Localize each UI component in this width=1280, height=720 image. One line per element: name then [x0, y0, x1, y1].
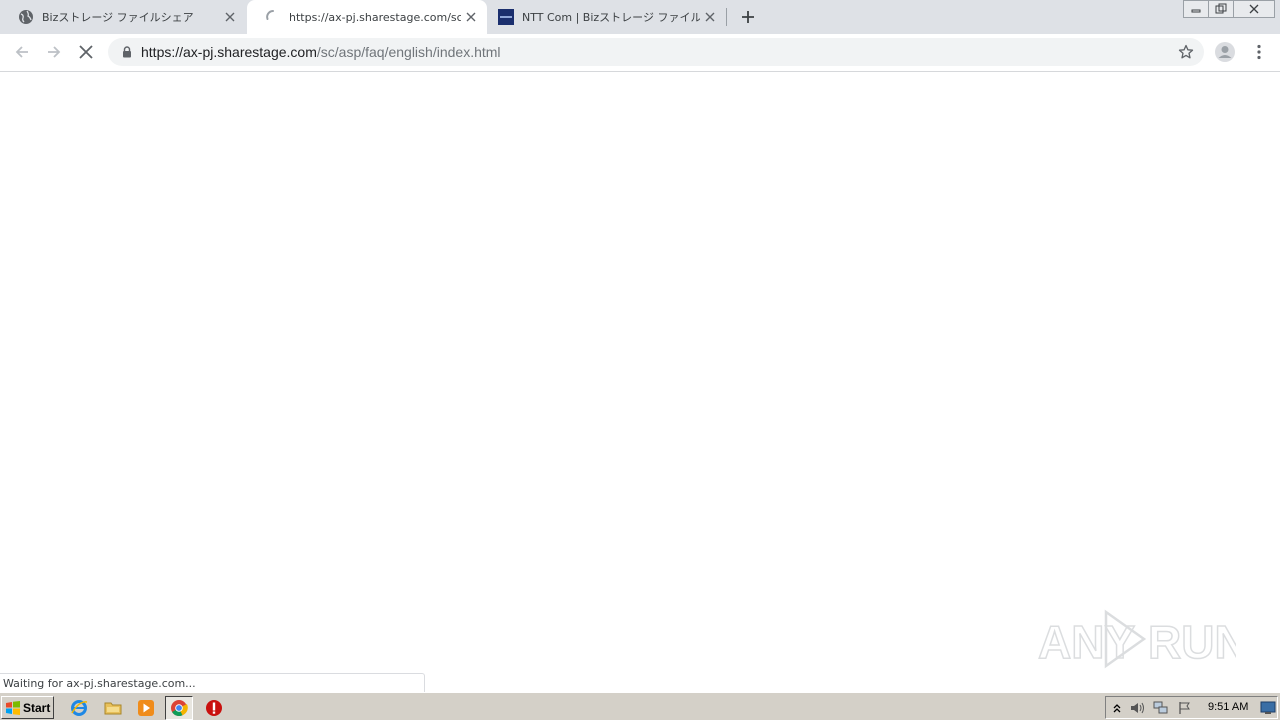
start-label: Start	[23, 700, 51, 715]
internet-explorer-icon[interactable]	[69, 698, 89, 718]
network-icon[interactable]	[1153, 700, 1169, 716]
restore-icon	[1215, 3, 1227, 14]
tab-title: https://ax-pj.sharestage.com/sc/asp	[289, 10, 461, 24]
status-bubble: Waiting for ax-pj.sharestage.com...	[0, 673, 425, 692]
watermark-text-right: RUN	[1148, 616, 1236, 668]
volume-icon[interactable]	[1129, 700, 1145, 716]
loading-spinner-icon	[265, 9, 281, 25]
close-window-button[interactable]	[1233, 0, 1275, 18]
taskbar-clock[interactable]: 9:51 AM	[1208, 701, 1248, 713]
back-button[interactable]	[8, 38, 36, 66]
arrow-left-icon	[15, 46, 28, 58]
chrome-icon[interactable]	[165, 696, 193, 720]
tab-ntt-com[interactable]: NTT Com | Bizストレージ ファイルシェア |	[480, 0, 726, 34]
close-tab-icon[interactable]	[220, 7, 240, 27]
tab-title: NTT Com | Bizストレージ ファイルシェア |	[522, 11, 700, 24]
action-center-flag-icon[interactable]	[1177, 700, 1193, 716]
address-bar[interactable]: https://ax-pj.sharestage.com/sc/asp/faq/…	[108, 38, 1204, 66]
start-button[interactable]: Start	[1, 696, 54, 719]
tab-title: Bizストレージ ファイルシェア	[42, 11, 194, 24]
tab-bizstorage[interactable]: Bizストレージ ファイルシェア	[0, 0, 246, 34]
bookmark-star-icon[interactable]	[1176, 42, 1196, 62]
lock-icon[interactable]	[120, 45, 134, 59]
explorer-folder-icon[interactable]	[103, 698, 123, 718]
arrow-right-icon	[48, 46, 61, 58]
plus-icon	[742, 11, 754, 23]
windows-taskbar: Start 9:51 AM	[0, 692, 1280, 720]
globe-icon	[18, 9, 34, 25]
show-desktop-icon[interactable]	[1260, 700, 1276, 716]
page-content[interactable]	[0, 72, 1280, 692]
tab-sharestage-active[interactable]: https://ax-pj.sharestage.com/sc/asp	[247, 0, 487, 34]
url-text[interactable]: https://ax-pj.sharestage.com/sc/asp/faq/…	[141, 44, 501, 60]
stop-x-icon	[79, 45, 93, 59]
profile-avatar-icon[interactable]	[1214, 41, 1236, 63]
ntt-com-favicon-icon	[498, 9, 514, 25]
close-tab-icon[interactable]	[700, 7, 720, 27]
forward-button[interactable]	[40, 38, 68, 66]
minimize-button[interactable]	[1183, 0, 1209, 18]
show-hidden-icons-icon[interactable]	[1109, 700, 1125, 716]
tab-separator	[726, 8, 727, 26]
browser-toolbar: https://ax-pj.sharestage.com/sc/asp/faq/…	[0, 34, 1280, 71]
restore-button[interactable]	[1208, 0, 1234, 18]
more-menu-icon[interactable]	[1248, 41, 1270, 63]
url-path: /sc/asp/faq/english/index.html	[316, 44, 501, 60]
stop-sign-icon[interactable]	[204, 698, 224, 718]
close-icon	[1249, 4, 1259, 14]
windows-logo-icon	[6, 700, 20, 715]
stop-loading-button[interactable]	[72, 38, 100, 66]
anyrun-watermark-logo: ANY RUN	[1037, 609, 1236, 669]
close-tab-icon[interactable]	[461, 7, 481, 27]
system-tray: 9:51 AM	[1105, 696, 1278, 719]
minimize-icon	[1191, 9, 1201, 13]
tab-strip: Bizストレージ ファイルシェア https://ax-pj.sharestag…	[0, 0, 1280, 34]
media-player-icon[interactable]	[136, 698, 156, 718]
url-host: https://ax-pj.sharestage.com	[141, 44, 317, 60]
new-tab-button[interactable]	[736, 5, 760, 29]
